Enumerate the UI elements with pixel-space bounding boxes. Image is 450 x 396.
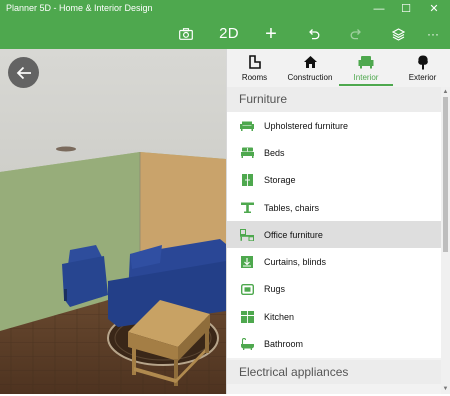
list-item-rugs[interactable]: Rugs (227, 275, 442, 304)
tab-label: Interior (353, 73, 379, 82)
item-label: Tables, chairs (264, 202, 320, 213)
bathtub-icon (240, 338, 254, 351)
list-item-beds[interactable]: Beds (227, 139, 442, 167)
catalog-panel: Rooms Construction Interior Exterior Fur… (226, 49, 450, 394)
bed-icon (240, 147, 254, 159)
house-icon (303, 56, 317, 68)
tab-rooms[interactable]: Rooms (227, 49, 282, 87)
list-item-kitchen[interactable]: Kitchen (227, 303, 442, 331)
scroll-thumb[interactable] (443, 97, 448, 252)
scroll-up-arrow-icon[interactable]: ▲ (442, 88, 449, 96)
table-icon (240, 202, 254, 214)
catalog-list: Furniture Upholstered furniture Beds Sto… (227, 87, 442, 394)
scroll-down-arrow-icon[interactable]: ▼ (442, 385, 449, 393)
section-header-furniture[interactable]: Furniture (227, 87, 442, 112)
title-bar: Planner 5D - Home & Interior Design — ☐ … (0, 0, 450, 19)
tab-label: Rooms (241, 73, 268, 82)
add-button[interactable]: + (257, 19, 285, 49)
section-header-electrical-appliances[interactable]: Electrical appliances (227, 359, 442, 384)
maximize-button[interactable]: ☐ (393, 0, 419, 19)
plus-icon: + (265, 23, 277, 45)
rug-icon (240, 283, 254, 295)
kitchen-icon (240, 310, 254, 323)
redo-button[interactable] (342, 19, 370, 49)
close-button[interactable]: ✕ (421, 0, 447, 19)
camera-button[interactable] (172, 19, 200, 49)
sofa-icon (240, 121, 254, 131)
toolbar: 2D + ··· (0, 19, 450, 49)
camera-icon (179, 28, 193, 40)
list-item-bathroom[interactable]: Bathroom (227, 330, 442, 358)
tab-construction[interactable]: Construction (282, 49, 338, 87)
room-render (0, 49, 226, 394)
item-label: Curtains, blinds (264, 257, 327, 268)
list-item-storage[interactable]: Storage (227, 166, 442, 194)
tab-label: Construction (287, 73, 333, 82)
catalog-scrollbar[interactable]: ▲ ▼ (441, 87, 450, 394)
arrow-left-icon (16, 66, 31, 79)
more-icon: ··· (427, 27, 439, 41)
cabinet-icon (241, 174, 253, 187)
view-mode-2d-button[interactable]: 2D (210, 19, 248, 49)
list-item-tables-chairs[interactable]: Tables, chairs (227, 193, 442, 222)
layers-icon (391, 27, 405, 41)
tree-icon (417, 55, 428, 70)
redo-icon (350, 28, 361, 39)
item-label: Office furniture (264, 229, 323, 240)
item-label: Bathroom (264, 339, 304, 350)
armchair-icon (358, 56, 374, 69)
undo-icon (308, 28, 319, 39)
active-tab-indicator (339, 84, 393, 86)
item-label: Rugs (264, 284, 286, 295)
back-button[interactable] (8, 57, 39, 88)
item-label: Storage (264, 175, 296, 186)
window-title: Planner 5D - Home & Interior Design (6, 3, 153, 13)
layers-button[interactable] (384, 19, 412, 49)
item-label: Kitchen (264, 311, 295, 322)
minimize-button[interactable]: — (366, 0, 392, 19)
curtain-icon (241, 256, 253, 269)
tab-interior[interactable]: Interior (338, 49, 394, 87)
desk-icon (240, 228, 254, 241)
rooms-icon (248, 55, 261, 69)
tab-exterior[interactable]: Exterior (394, 49, 450, 87)
item-label: Beds (264, 147, 285, 158)
undo-button[interactable] (299, 19, 327, 49)
more-button[interactable]: ··· (420, 19, 446, 49)
category-tabs: Rooms Construction Interior Exterior (227, 49, 450, 87)
list-item-office-furniture[interactable]: Office furniture (227, 221, 442, 249)
item-label: Upholstered furniture (264, 120, 349, 131)
list-item-curtains-blinds[interactable]: Curtains, blinds (227, 248, 442, 276)
tab-label: Exterior (408, 73, 437, 82)
list-item-upholstered-furniture[interactable]: Upholstered furniture (227, 112, 442, 140)
3d-viewport[interactable] (0, 49, 226, 394)
